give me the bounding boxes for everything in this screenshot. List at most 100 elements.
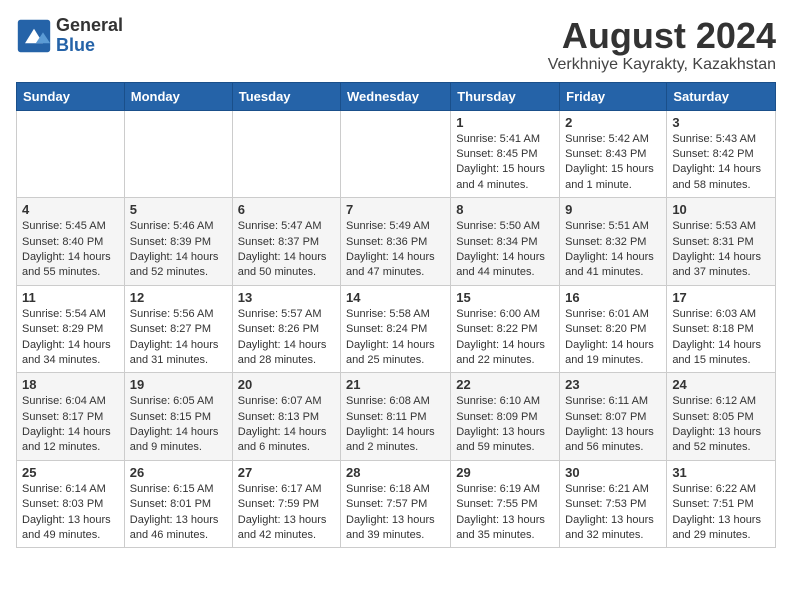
calendar-cell: 16 Sunrise: 6:01 AMSunset: 8:20 PMDayligh… bbox=[560, 285, 667, 373]
day-info: Sunrise: 5:43 AMSunset: 8:42 PMDaylight:… bbox=[672, 132, 770, 194]
calendar-cell: 19Sunrise: 6:05 AMSunset: 8:15 PMDayligh… bbox=[124, 373, 232, 461]
calendar-cell: 15 Sunrise: 6:00 AMSunset: 8:22 PMDayligh… bbox=[451, 285, 560, 373]
day-number: 2 bbox=[565, 115, 661, 130]
calendar-cell: 21 Sunrise: 6:08 AMSunset: 8:11 PMDayligh… bbox=[341, 373, 451, 461]
day-info: Sunrise: 5:54 AMSunset: 8:29 PMDaylight:… bbox=[22, 307, 119, 369]
day-number: 14 bbox=[346, 290, 445, 305]
day-number: 21 bbox=[346, 377, 445, 392]
weekday-header-saturday: Saturday bbox=[667, 82, 776, 110]
day-info: Sunrise: 6:08 AMSunset: 8:11 PMDaylight:… bbox=[346, 394, 445, 456]
day-number: 6 bbox=[238, 202, 335, 217]
day-number: 1 bbox=[456, 115, 554, 130]
calendar-cell: 18 Sunrise: 6:04 AMSunset: 8:17 PMDayligh… bbox=[17, 373, 125, 461]
day-number: 26 bbox=[130, 465, 227, 480]
day-number: 9 bbox=[565, 202, 661, 217]
calendar-cell: 25 Sunrise: 6:14 AMSunset: 8:03 PMDayligh… bbox=[17, 460, 125, 548]
day-number: 11 bbox=[22, 290, 119, 305]
day-info: Sunrise: 5:47 AMSunset: 8:37 PMDaylight:… bbox=[238, 219, 335, 281]
day-number: 24 bbox=[672, 377, 770, 392]
day-info: Sunrise: 6:01 AMSunset: 8:20 PMDaylight:… bbox=[565, 307, 661, 369]
calendar-cell: 5 Sunrise: 5:46 AMSunset: 8:39 PMDaylight… bbox=[124, 198, 232, 286]
day-info: Sunrise: 6:04 AMSunset: 8:17 PMDaylight:… bbox=[22, 394, 119, 456]
logo-text: General Blue bbox=[56, 16, 123, 56]
day-number: 20 bbox=[238, 377, 335, 392]
day-info: Sunrise: 5:50 AMSunset: 8:34 PMDaylight:… bbox=[456, 219, 554, 281]
week-row-5: 25 Sunrise: 6:14 AMSunset: 8:03 PMDayligh… bbox=[17, 460, 776, 548]
calendar-cell: 4Sunrise: 5:45 AMSunset: 8:40 PMDaylight… bbox=[17, 198, 125, 286]
calendar-cell: 12 Sunrise: 5:56 AMSunset: 8:27 PMDayligh… bbox=[124, 285, 232, 373]
day-info: Sunrise: 6:03 AMSunset: 8:18 PMDaylight:… bbox=[672, 307, 770, 369]
day-info: Sunrise: 6:11 AMSunset: 8:07 PMDaylight:… bbox=[565, 394, 661, 456]
day-number: 13 bbox=[238, 290, 335, 305]
calendar-cell: 3 Sunrise: 5:43 AMSunset: 8:42 PMDaylight… bbox=[667, 110, 776, 198]
calendar-cell: 23 Sunrise: 6:11 AMSunset: 8:07 PMDayligh… bbox=[560, 373, 667, 461]
weekday-header-monday: Monday bbox=[124, 82, 232, 110]
day-info: Sunrise: 5:51 AMSunset: 8:32 PMDaylight:… bbox=[565, 219, 661, 281]
day-info: Sunrise: 5:53 AMSunset: 8:31 PMDaylight:… bbox=[672, 219, 770, 281]
day-number: 22 bbox=[456, 377, 554, 392]
week-row-2: 4Sunrise: 5:45 AMSunset: 8:40 PMDaylight… bbox=[17, 198, 776, 286]
calendar-cell: 28 Sunrise: 6:18 AMSunset: 7:57 PMDayligh… bbox=[341, 460, 451, 548]
calendar-cell: 6 Sunrise: 5:47 AMSunset: 8:37 PMDaylight… bbox=[232, 198, 340, 286]
weekday-header-tuesday: Tuesday bbox=[232, 82, 340, 110]
day-number: 7 bbox=[346, 202, 445, 217]
day-info: Sunrise: 6:22 AMSunset: 7:51 PMDaylight:… bbox=[672, 482, 770, 544]
day-number: 12 bbox=[130, 290, 227, 305]
day-number: 25 bbox=[22, 465, 119, 480]
calendar-cell: 9 Sunrise: 5:51 AMSunset: 8:32 PMDaylight… bbox=[560, 198, 667, 286]
day-info: Sunrise: 6:00 AMSunset: 8:22 PMDaylight:… bbox=[456, 307, 554, 369]
day-number: 3 bbox=[672, 115, 770, 130]
calendar-table: SundayMondayTuesdayWednesdayThursdayFrid… bbox=[16, 82, 776, 549]
day-number: 30 bbox=[565, 465, 661, 480]
day-number: 17 bbox=[672, 290, 770, 305]
day-number: 16 bbox=[565, 290, 661, 305]
day-number: 31 bbox=[672, 465, 770, 480]
calendar-cell: 8 Sunrise: 5:50 AMSunset: 8:34 PMDaylight… bbox=[451, 198, 560, 286]
weekday-header-friday: Friday bbox=[560, 82, 667, 110]
calendar-cell: 26 Sunrise: 6:15 AMSunset: 8:01 PMDayligh… bbox=[124, 460, 232, 548]
day-info: Sunrise: 5:58 AMSunset: 8:24 PMDaylight:… bbox=[346, 307, 445, 369]
day-number: 28 bbox=[346, 465, 445, 480]
day-info: Sunrise: 5:46 AMSunset: 8:39 PMDaylight:… bbox=[130, 219, 227, 281]
weekday-header-row: SundayMondayTuesdayWednesdayThursdayFrid… bbox=[17, 82, 776, 110]
day-info: Sunrise: 6:18 AMSunset: 7:57 PMDaylight:… bbox=[346, 482, 445, 544]
calendar-cell: 10 Sunrise: 5:53 AMSunset: 8:31 PMDayligh… bbox=[667, 198, 776, 286]
logo: General Blue bbox=[16, 16, 123, 56]
day-info: Sunrise: 5:45 AMSunset: 8:40 PMDaylight:… bbox=[22, 219, 119, 281]
calendar-cell: 11 Sunrise: 5:54 AMSunset: 8:29 PMDayligh… bbox=[17, 285, 125, 373]
calendar-cell bbox=[124, 110, 232, 198]
calendar-cell: 22Sunrise: 6:10 AMSunset: 8:09 PMDayligh… bbox=[451, 373, 560, 461]
calendar-cell: 17 Sunrise: 6:03 AMSunset: 8:18 PMDayligh… bbox=[667, 285, 776, 373]
calendar-cell: 1 Sunrise: 5:41 AMSunset: 8:45 PMDaylight… bbox=[451, 110, 560, 198]
calendar-cell: 29Sunrise: 6:19 AMSunset: 7:55 PMDayligh… bbox=[451, 460, 560, 548]
calendar-cell: 24Sunrise: 6:12 AMSunset: 8:05 PMDayligh… bbox=[667, 373, 776, 461]
week-row-1: 1 Sunrise: 5:41 AMSunset: 8:45 PMDaylight… bbox=[17, 110, 776, 198]
day-number: 5 bbox=[130, 202, 227, 217]
day-info: Sunrise: 5:49 AMSunset: 8:36 PMDaylight:… bbox=[346, 219, 445, 281]
calendar-cell: 13Sunrise: 5:57 AMSunset: 8:26 PMDayligh… bbox=[232, 285, 340, 373]
logo-icon bbox=[16, 18, 52, 54]
day-number: 8 bbox=[456, 202, 554, 217]
day-info: Sunrise: 6:15 AMSunset: 8:01 PMDaylight:… bbox=[130, 482, 227, 544]
calendar-cell: 31 Sunrise: 6:22 AMSunset: 7:51 PMDayligh… bbox=[667, 460, 776, 548]
page-header: General Blue August 2024 Verkhniye Kayra… bbox=[16, 16, 776, 74]
calendar-cell: 20 Sunrise: 6:07 AMSunset: 8:13 PMDayligh… bbox=[232, 373, 340, 461]
day-number: 10 bbox=[672, 202, 770, 217]
week-row-3: 11 Sunrise: 5:54 AMSunset: 8:29 PMDayligh… bbox=[17, 285, 776, 373]
day-number: 18 bbox=[22, 377, 119, 392]
logo-general-text: General bbox=[56, 16, 123, 36]
weekday-header-wednesday: Wednesday bbox=[341, 82, 451, 110]
day-number: 23 bbox=[565, 377, 661, 392]
day-info: Sunrise: 6:21 AMSunset: 7:53 PMDaylight:… bbox=[565, 482, 661, 544]
day-number: 27 bbox=[238, 465, 335, 480]
day-info: Sunrise: 6:07 AMSunset: 8:13 PMDaylight:… bbox=[238, 394, 335, 456]
calendar-cell: 7 Sunrise: 5:49 AMSunset: 8:36 PMDaylight… bbox=[341, 198, 451, 286]
calendar-cell bbox=[17, 110, 125, 198]
day-info: Sunrise: 5:56 AMSunset: 8:27 PMDaylight:… bbox=[130, 307, 227, 369]
day-info: Sunrise: 6:14 AMSunset: 8:03 PMDaylight:… bbox=[22, 482, 119, 544]
day-number: 15 bbox=[456, 290, 554, 305]
day-info: Sunrise: 5:41 AMSunset: 8:45 PMDaylight:… bbox=[456, 132, 554, 194]
day-number: 19 bbox=[130, 377, 227, 392]
calendar-cell: 14 Sunrise: 5:58 AMSunset: 8:24 PMDayligh… bbox=[341, 285, 451, 373]
weekday-header-thursday: Thursday bbox=[451, 82, 560, 110]
